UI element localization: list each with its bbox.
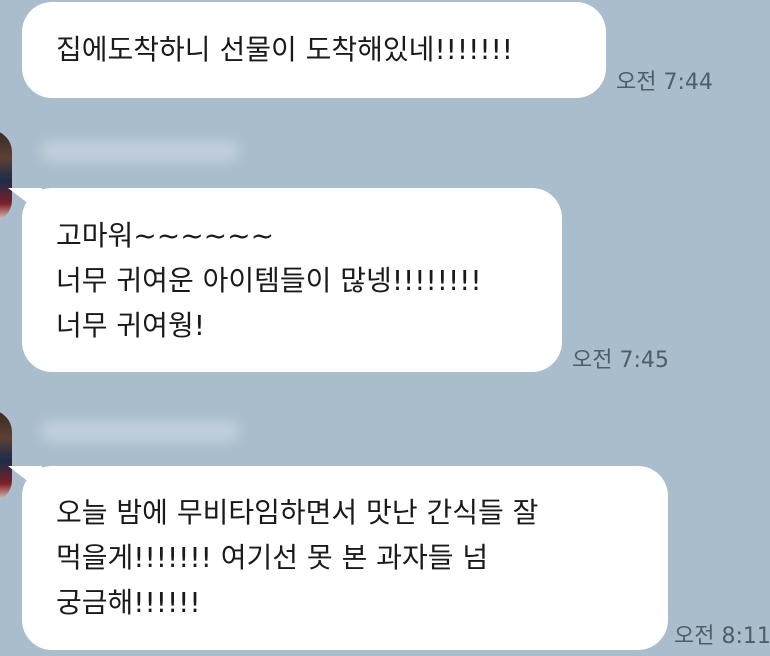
message-text: 너무 귀여운 아이템들이 많넹!!!!!!!! [56, 264, 482, 297]
message-timestamp: 오전 7:45 [572, 348, 669, 373]
message-timestamp: 오전 7:44 [616, 70, 713, 95]
sender-name-obscured [40, 420, 240, 442]
message-text: 궁금해!!!!!! [56, 586, 201, 619]
message-text: 고마워~~~~~~ [56, 219, 275, 252]
message-bubble[interactable]: 집에도착하니 선물이 도착해있네!!!!!!! [22, 2, 606, 98]
message-text: 오늘 밤에 무비타임하면서 맛난 간식들 잘 [56, 496, 539, 529]
message-text: 집에도착하니 선물이 도착해있네!!!!!!! [56, 33, 514, 66]
chat-conversation: 집에도착하니 선물이 도착해있네!!!!!!! 오전 7:44 고마워~~~~~… [0, 0, 770, 656]
message-bubble[interactable]: 고마워~~~~~~ 너무 귀여운 아이템들이 많넹!!!!!!!! 너무 귀여웡… [8, 188, 562, 372]
sender-name-obscured [40, 140, 240, 162]
message-text: 먹을게!!!!!!! 여기선 못 본 과자들 넘 [56, 541, 489, 574]
message-text: 너무 귀여웡! [56, 309, 205, 342]
message-bubble[interactable]: 오늘 밤에 무비타임하면서 맛난 간식들 잘 먹을게!!!!!!! 여기선 못 … [8, 466, 668, 650]
message-timestamp: 오전 8:11 [674, 624, 770, 649]
